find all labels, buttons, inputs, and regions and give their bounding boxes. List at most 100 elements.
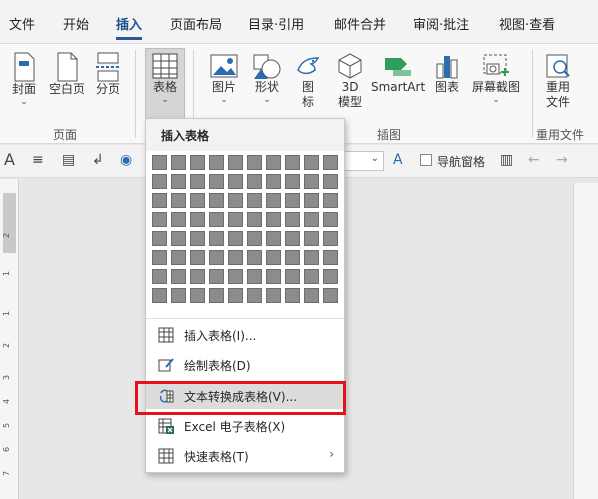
grid-cell[interactable] [209, 250, 224, 265]
line-break-icon[interactable]: ↲ [92, 152, 104, 168]
forward-arrow-icon[interactable]: → [556, 152, 568, 168]
grid-cell[interactable] [228, 155, 243, 170]
grid-cell[interactable] [228, 231, 243, 246]
grid-cell[interactable] [247, 269, 262, 284]
tab-file[interactable]: 文件 [9, 18, 35, 34]
cover-page-button[interactable]: 封面 ⌄ [8, 52, 40, 107]
grid-cell[interactable] [285, 174, 300, 189]
grid-cell[interactable] [266, 212, 281, 227]
grid-cell[interactable] [323, 155, 338, 170]
grid-cell[interactable] [304, 212, 319, 227]
grid-cell[interactable] [247, 155, 262, 170]
grid-cell[interactable] [152, 212, 167, 227]
grid-cell[interactable] [285, 250, 300, 265]
tab-mailings[interactable]: 邮件合并 [334, 18, 386, 34]
grid-cell[interactable] [190, 212, 205, 227]
grid-cell[interactable] [323, 174, 338, 189]
nav-pane-checkbox[interactable] [420, 154, 432, 166]
grid-cell[interactable] [247, 288, 262, 303]
grid-cell[interactable] [304, 193, 319, 208]
tab-references[interactable]: 目录·引用 [248, 18, 304, 34]
smartart-button[interactable]: SmartArt [371, 52, 425, 95]
blank-page-button[interactable]: 空白页 [47, 52, 87, 97]
read-mode-icon[interactable]: ▥ [500, 152, 513, 168]
grid-cell[interactable] [152, 250, 167, 265]
shapes-button[interactable]: 形状 ⌄ [249, 52, 285, 105]
grid-cell[interactable] [304, 155, 319, 170]
grid-cell[interactable] [323, 231, 338, 246]
text-effects-icon[interactable]: A [393, 152, 403, 168]
grid-cell[interactable] [323, 193, 338, 208]
grid-cell[interactable] [247, 250, 262, 265]
grid-cell[interactable] [152, 174, 167, 189]
grid-cell[interactable] [171, 212, 186, 227]
grid-cell[interactable] [228, 269, 243, 284]
grid-cell[interactable] [209, 288, 224, 303]
grid-cell[interactable] [171, 155, 186, 170]
grid-cell[interactable] [190, 269, 205, 284]
paragraph-icon[interactable]: ≡ [32, 152, 44, 168]
grid-cell[interactable] [171, 288, 186, 303]
grid-cell[interactable] [190, 288, 205, 303]
pictures-button[interactable]: 图片 ⌄ [207, 52, 241, 105]
grid-cell[interactable] [247, 174, 262, 189]
grid-cell[interactable] [247, 231, 262, 246]
grid-cell[interactable] [285, 212, 300, 227]
grid-cell[interactable] [304, 288, 319, 303]
grid-cell[interactable] [209, 155, 224, 170]
grid-cell[interactable] [266, 174, 281, 189]
3d-models-button[interactable]: 3D模型 [332, 52, 368, 110]
grid-cell[interactable] [266, 193, 281, 208]
back-arrow-icon[interactable]: ← [528, 152, 540, 168]
tab-insert[interactable]: 插入 [116, 18, 143, 40]
circle-icon[interactable]: ◉ [120, 152, 132, 168]
grid-cell[interactable] [304, 250, 319, 265]
tab-view[interactable]: 视图·查看 [499, 18, 555, 34]
grid-cell[interactable] [209, 174, 224, 189]
grid-cell[interactable] [285, 269, 300, 284]
grid-cell[interactable] [152, 155, 167, 170]
grid-cell[interactable] [285, 288, 300, 303]
grid-cell[interactable] [323, 269, 338, 284]
grid-cell[interactable] [190, 193, 205, 208]
font-style-icon[interactable]: A [4, 150, 15, 169]
grid-cell[interactable] [323, 250, 338, 265]
vertical-ruler[interactable]: 2 1 1 2 3 4 5 6 7 [0, 179, 19, 499]
grid-cell[interactable] [228, 288, 243, 303]
tab-review[interactable]: 审阅·批注 [413, 18, 469, 34]
grid-cell[interactable] [152, 269, 167, 284]
grid-cell[interactable] [266, 250, 281, 265]
grid-cell[interactable] [171, 250, 186, 265]
excel-sheet-menu-item[interactable]: Excel 电子表格(X) [146, 413, 344, 439]
grid-cell[interactable] [152, 231, 167, 246]
grid-cell[interactable] [266, 231, 281, 246]
grid-cell[interactable] [304, 174, 319, 189]
grid-cell[interactable] [266, 269, 281, 284]
grid-cell[interactable] [228, 212, 243, 227]
grid-cell[interactable] [209, 269, 224, 284]
chart-button[interactable]: 图表 [432, 52, 462, 95]
grid-cell[interactable] [209, 231, 224, 246]
page-break-button[interactable]: 分页 [93, 52, 123, 97]
grid-cell[interactable] [304, 269, 319, 284]
grid-cell[interactable] [190, 174, 205, 189]
grid-cell[interactable] [228, 193, 243, 208]
icons-button[interactable]: 图标 [292, 52, 324, 110]
grid-cell[interactable] [304, 231, 319, 246]
grid-cell[interactable] [247, 193, 262, 208]
grid-cell[interactable] [323, 288, 338, 303]
screenshot-button[interactable]: 屏幕截图 ⌄ [470, 52, 522, 105]
grid-cell[interactable] [285, 155, 300, 170]
grid-cell[interactable] [209, 193, 224, 208]
grid-cell[interactable] [266, 155, 281, 170]
reuse-files-button[interactable]: 重用文件 [540, 52, 576, 110]
grid-cell[interactable] [190, 231, 205, 246]
grid-cell[interactable] [285, 231, 300, 246]
grid-cell[interactable] [285, 193, 300, 208]
tab-home[interactable]: 开始 [63, 18, 89, 34]
grid-cell[interactable] [228, 250, 243, 265]
grid-cell[interactable] [152, 193, 167, 208]
grid-cell[interactable] [228, 174, 243, 189]
grid-cell[interactable] [190, 155, 205, 170]
document-icon[interactable]: ▤ [62, 152, 75, 168]
